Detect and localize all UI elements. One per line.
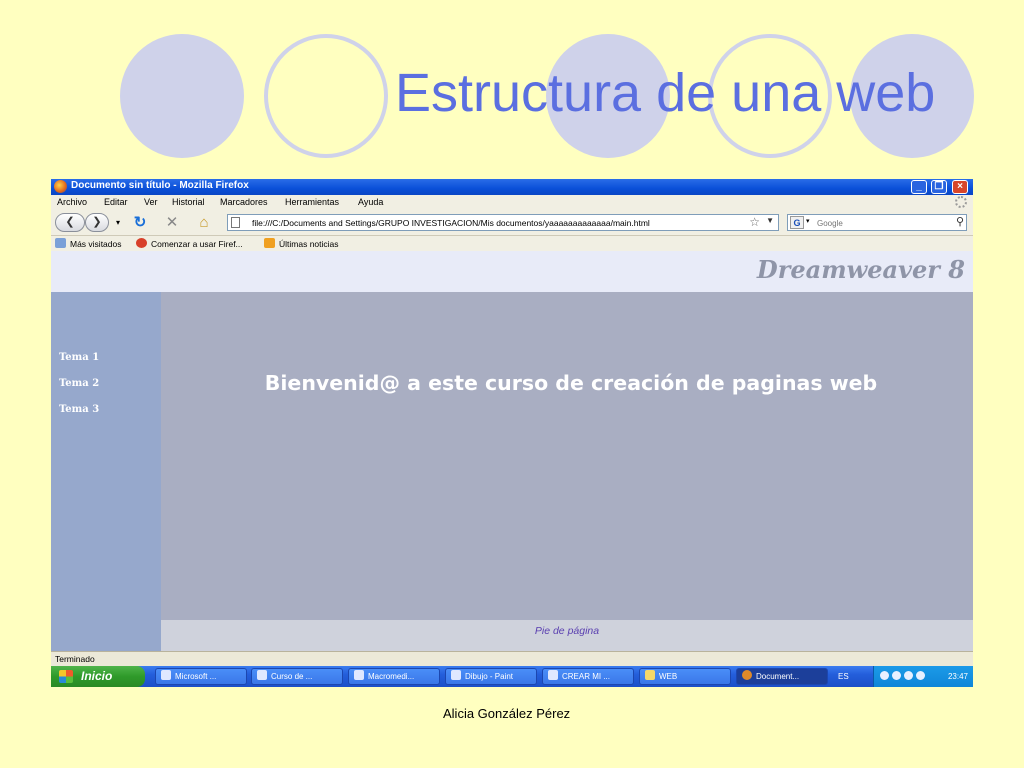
slide-author: Alicia González Pérez [443,706,571,721]
search-icon[interactable]: ⚲ [956,215,964,228]
task-web-folder[interactable]: WEB [639,668,731,685]
app-icon [257,670,267,680]
reload-icon[interactable]: ↻ [131,214,149,231]
dreamweaver-logo: Dreamweaver 8 [756,255,965,284]
bookmark-label: Más visitados [70,239,122,249]
bookmark-label: Comenzar a usar Firef... [151,239,243,249]
task-crear[interactable]: CREAR MI ... [542,668,634,685]
menu-ver[interactable]: Ver [144,197,158,207]
antivirus-icon[interactable] [916,671,925,680]
url-bar[interactable]: ☆ ▼ [227,214,779,231]
decor-circle-2 [264,34,388,158]
app-icon [451,670,461,680]
task-microsoft[interactable]: Microsoft ... [155,668,247,685]
page-sidebar: Tema 1 Tema 2 Tema 3 [51,292,161,651]
bookmark-ultimas-noticias[interactable]: Últimas noticias [264,238,339,249]
menu-bar: Archivo Editar Ver Historial Marcadores … [51,195,973,210]
app-icon [548,670,558,680]
bookmark-label: Últimas noticias [279,239,339,249]
app-icon [161,670,171,680]
browser-window: Documento sin título - Mozilla Firefox _… [51,179,973,687]
menu-historial[interactable]: Historial [172,197,205,207]
url-dropdown-icon[interactable]: ▼ [766,216,774,225]
windows-logo-icon [59,670,73,683]
menu-ayuda[interactable]: Ayuda [358,197,383,207]
app-icon [354,670,364,680]
volume-icon[interactable] [892,671,901,680]
system-tray: ES 23:47 [838,666,973,687]
bookmark-star-icon[interactable]: ☆ [749,215,760,229]
task-macromedia[interactable]: Macromedi... [348,668,440,685]
folder-icon [645,670,655,680]
nav-link-tema-3[interactable]: Tema 3 [59,404,99,415]
slide-title: Estructura de una web [395,63,936,123]
history-dropdown-icon[interactable]: ▾ [109,214,127,231]
page-footer: Pie de página [161,620,973,651]
window-title: Documento sin título - Mozilla Firefox [71,180,249,191]
folder-icon [55,238,66,248]
navigation-toolbar: ❮ ❯ ▾ ↻ ✕ ⌂ ☆ ▼ G ▾ ⚲ [51,210,973,236]
start-button[interactable]: Inicio [51,666,145,687]
url-input[interactable] [252,216,722,229]
firefox-icon [54,180,67,193]
tray-icons [880,671,930,682]
firefox-bookmark-icon [136,238,147,248]
back-button[interactable]: ❮ [55,213,85,232]
maximize-button[interactable]: ❐ [931,180,947,194]
network-icon[interactable] [904,671,913,680]
decor-circle-1 [120,34,244,158]
task-firefox-document[interactable]: Document... [736,668,828,685]
bookmark-comenzar[interactable]: Comenzar a usar Firef... [136,238,243,249]
menu-archivo[interactable]: Archivo [57,197,87,207]
loading-throbber-icon [955,196,967,208]
search-bar[interactable]: G ▾ ⚲ [787,214,967,231]
menu-marcadores[interactable]: Marcadores [220,197,268,207]
clock: 23:47 [947,672,968,681]
menu-herramientas[interactable]: Herramientas [285,197,339,207]
engine-dropdown-icon[interactable]: ▾ [806,217,810,225]
page-header: Dreamweaver 8 [51,251,973,292]
task-paint[interactable]: Dibujo - Paint [445,668,537,685]
search-input[interactable] [817,217,947,229]
tray-arrow-icon[interactable] [880,671,889,680]
language-indicator[interactable]: ES [838,672,849,681]
home-icon[interactable]: ⌂ [195,214,213,231]
google-engine-icon[interactable]: G [790,216,804,229]
window-titlebar[interactable]: Documento sin título - Mozilla Firefox _… [51,179,973,195]
bookmarks-toolbar: Más visitados Comenzar a usar Firef... Ú… [51,236,973,251]
close-button[interactable]: × [952,180,968,194]
status-text: Terminado [55,654,95,664]
bookmark-mas-visitados[interactable]: Más visitados [55,238,122,249]
welcome-heading: Bienvenid@ a este curso de creación de p… [264,371,878,395]
nav-link-tema-2[interactable]: Tema 2 [59,378,99,389]
menu-editar[interactable]: Editar [104,197,128,207]
footer-text: Pie de página [534,625,600,637]
page-icon [231,217,240,228]
forward-button[interactable]: ❯ [85,213,109,232]
firefox-icon [742,670,752,680]
nav-link-tema-1[interactable]: Tema 1 [59,352,99,363]
status-bar: Terminado [51,651,973,666]
page-content: Dreamweaver 8 Tema 1 Tema 2 Tema 3 Bienv… [51,251,973,651]
rss-feed-icon [264,238,275,248]
stop-icon[interactable]: ✕ [163,214,181,231]
minimize-button[interactable]: _ [911,180,927,194]
windows-taskbar: Inicio Microsoft ... Curso de ... Macrom… [51,666,973,687]
task-curso[interactable]: Curso de ... [251,668,343,685]
